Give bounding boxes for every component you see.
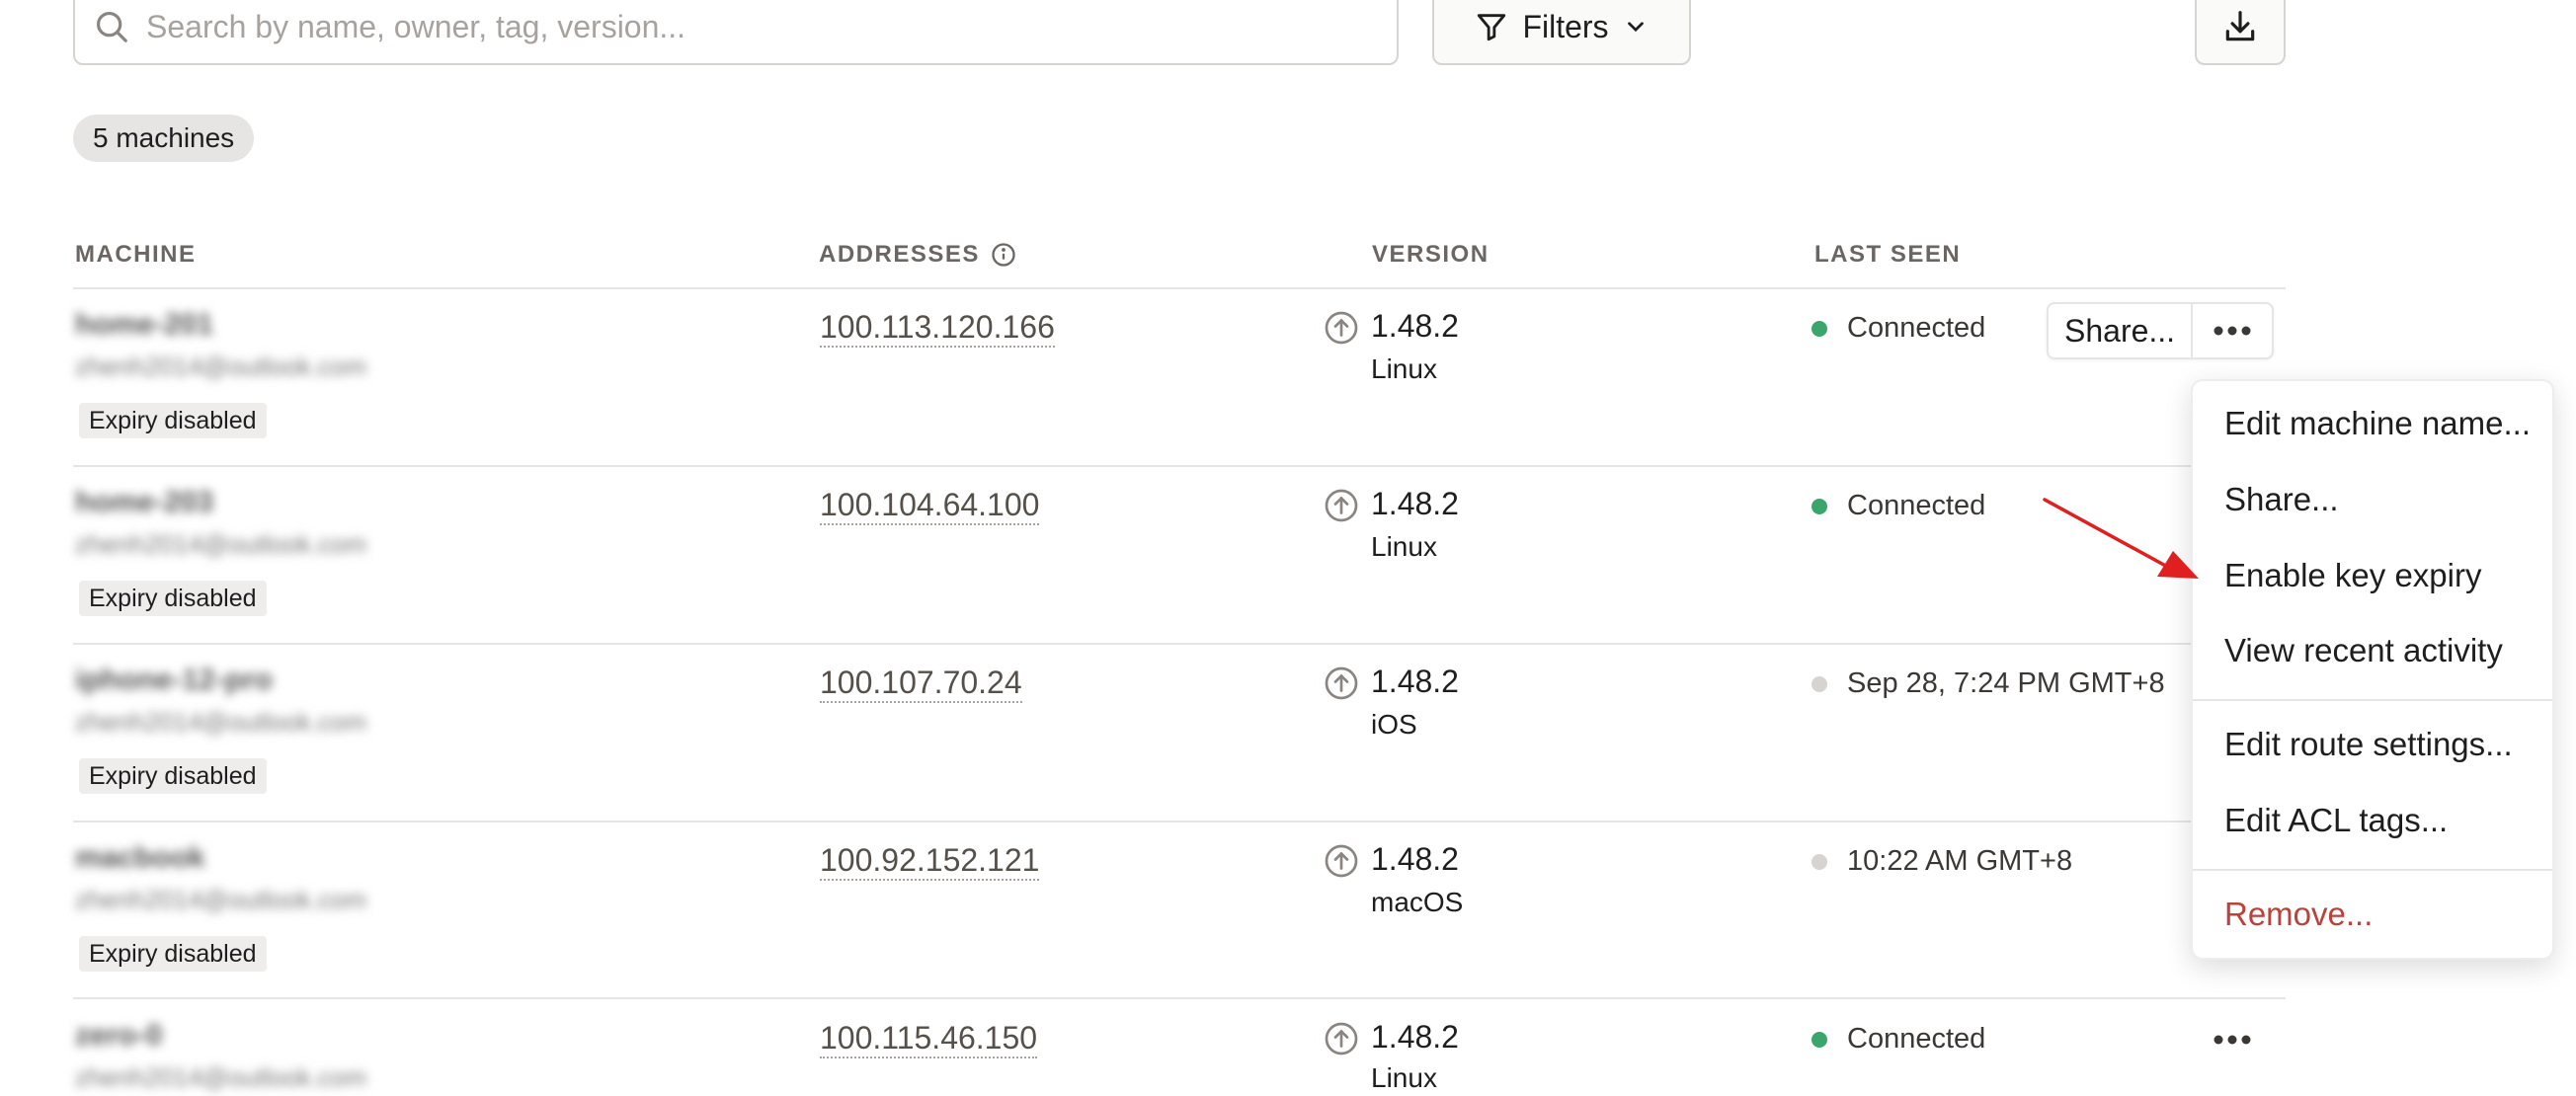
machine-os: iOS xyxy=(1371,709,1417,740)
machine-os: macOS xyxy=(1371,887,1464,917)
menu-item-edit-machine-name[interactable]: Edit machine name... xyxy=(2224,405,2531,442)
menu-item-view-recent-activity[interactable]: View recent activity xyxy=(2224,632,2503,669)
more-actions-button[interactable] xyxy=(2193,1011,2272,1068)
menu-item-remove[interactable]: Remove... xyxy=(2224,896,2373,933)
expiry-badge: Expiry disabled xyxy=(79,403,267,438)
more-horizontal-icon xyxy=(2214,326,2251,336)
status-dot xyxy=(1811,498,1827,514)
header-divider xyxy=(73,287,2286,289)
machine-owner: zhenh2014@outlook.com xyxy=(75,885,367,914)
column-header-last-seen[interactable]: LAST SEEN xyxy=(1814,241,1961,269)
last-seen-text: Connected xyxy=(1847,1023,1986,1055)
filters-label: Filters xyxy=(1522,8,1609,44)
menu-separator xyxy=(2193,869,2552,871)
machine-address[interactable]: 100.107.70.24 xyxy=(820,664,1022,703)
row-divider xyxy=(73,465,2286,467)
update-available-icon[interactable] xyxy=(1324,665,1359,701)
machine-address[interactable]: 100.104.64.100 xyxy=(820,486,1040,525)
more-actions-button[interactable] xyxy=(2193,304,2272,357)
last-seen-text: Sep 28, 7:24 PM GMT+8 xyxy=(1847,667,2165,699)
menu-separator xyxy=(2193,699,2552,701)
search-box[interactable] xyxy=(73,0,1399,65)
last-seen-text: 10:22 AM GMT+8 xyxy=(1847,845,2073,877)
machine-name[interactable]: zero-0 xyxy=(75,1019,162,1053)
menu-item-share[interactable]: Share... xyxy=(2224,481,2339,518)
machine-count-badge: 5 machines xyxy=(73,115,255,162)
annotation-arrow-icon xyxy=(2043,498,2199,579)
machine-version: 1.48.2 xyxy=(1371,664,1459,699)
expiry-badge: Expiry disabled xyxy=(79,936,267,972)
search-icon xyxy=(96,11,127,42)
last-seen-status: Connected xyxy=(1811,312,1985,345)
update-available-icon[interactable] xyxy=(1324,843,1359,879)
last-seen-text: Connected xyxy=(1847,490,1986,521)
menu-item-enable-key-expiry[interactable]: Enable key expiry xyxy=(2224,557,2481,594)
machine-version: 1.48.2 xyxy=(1371,486,1459,521)
search-input[interactable] xyxy=(144,7,1397,46)
more-horizontal-icon xyxy=(2214,1035,2251,1045)
column-header-version[interactable]: VERSION xyxy=(1372,241,1489,269)
status-dot xyxy=(1811,675,1827,692)
row-action-group: Share... xyxy=(2047,302,2275,359)
machine-owner: zhenh2014@outlook.com xyxy=(75,529,367,559)
last-seen-text: Connected xyxy=(1847,312,1986,344)
share-button[interactable]: Share... xyxy=(2049,304,2194,357)
status-dot xyxy=(1811,320,1827,337)
update-available-icon[interactable] xyxy=(1324,488,1359,523)
menu-item-edit-acl-tags[interactable]: Edit ACL tags... xyxy=(2224,802,2448,839)
machine-address[interactable]: 100.92.152.121 xyxy=(820,841,1040,881)
filters-button[interactable]: Filters xyxy=(1432,0,1691,65)
machine-name[interactable]: home-201 xyxy=(75,308,213,342)
row-divider xyxy=(73,997,2286,999)
last-seen-status: Connected xyxy=(1811,490,1985,522)
machine-version: 1.48.2 xyxy=(1371,308,1459,344)
machine-owner: zhenh2014@outlook.com xyxy=(75,1062,367,1092)
info-icon[interactable] xyxy=(990,241,1017,269)
column-header-machine[interactable]: MACHINE xyxy=(75,241,197,269)
expiry-badge: Expiry disabled xyxy=(79,581,267,616)
export-button[interactable] xyxy=(2195,0,2286,65)
last-seen-status: 10:22 AM GMT+8 xyxy=(1811,845,2072,878)
chevron-down-icon xyxy=(1627,22,1644,33)
row-divider xyxy=(73,643,2286,645)
machine-address[interactable]: 100.115.46.150 xyxy=(820,1019,1038,1058)
menu-item-edit-route-settings[interactable]: Edit route settings... xyxy=(2224,726,2513,763)
machine-name[interactable]: iphone-12-pro xyxy=(75,664,273,697)
machine-version: 1.48.2 xyxy=(1371,841,1459,877)
machine-os: Linux xyxy=(1371,1062,1437,1093)
last-seen-status: Connected xyxy=(1811,1023,1985,1056)
row-divider xyxy=(73,821,2286,822)
machine-version: 1.48.2 xyxy=(1371,1019,1459,1055)
status-dot xyxy=(1811,1031,1827,1048)
machine-context-menu: Edit machine name... Share... Enable key… xyxy=(2191,379,2554,960)
expiry-badge: Expiry disabled xyxy=(79,758,267,794)
machine-name[interactable]: macbook xyxy=(75,841,205,875)
status-dot xyxy=(1811,853,1827,870)
machine-owner: zhenh2014@outlook.com xyxy=(75,707,367,737)
machine-name[interactable]: home-203 xyxy=(75,486,213,519)
update-available-icon[interactable] xyxy=(1324,1021,1359,1057)
filter-icon xyxy=(1478,14,1506,41)
update-available-icon[interactable] xyxy=(1324,310,1359,346)
machine-os: Linux xyxy=(1371,531,1437,562)
machine-owner: zhenh2014@outlook.com xyxy=(75,352,367,381)
machine-address[interactable]: 100.113.120.166 xyxy=(820,308,1055,348)
column-header-addresses[interactable]: ADDRESSES xyxy=(819,241,1017,269)
machine-os: Linux xyxy=(1371,353,1437,384)
download-icon xyxy=(2225,11,2255,41)
last-seen-status: Sep 28, 7:24 PM GMT+8 xyxy=(1811,667,2165,700)
